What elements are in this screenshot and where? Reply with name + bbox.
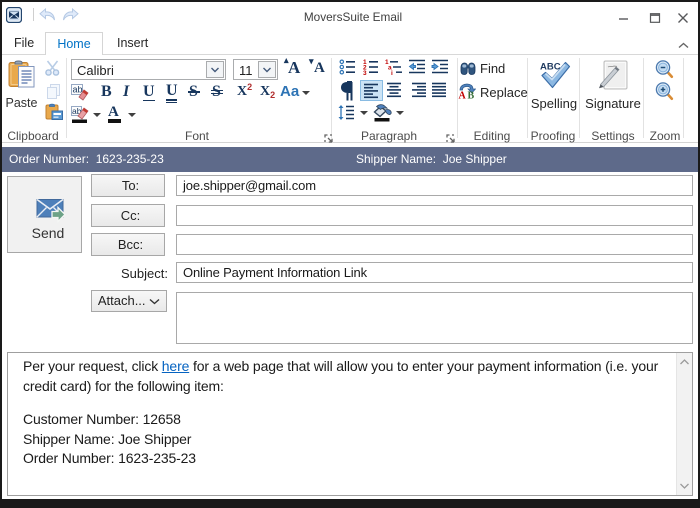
svg-text:ABC: ABC <box>540 62 561 73</box>
svg-text:B: B <box>468 91 475 100</box>
svg-text:ab: ab <box>73 85 83 95</box>
svg-text:A: A <box>459 91 467 100</box>
svg-text:3: 3 <box>363 70 367 75</box>
svg-text:i: i <box>391 70 393 75</box>
